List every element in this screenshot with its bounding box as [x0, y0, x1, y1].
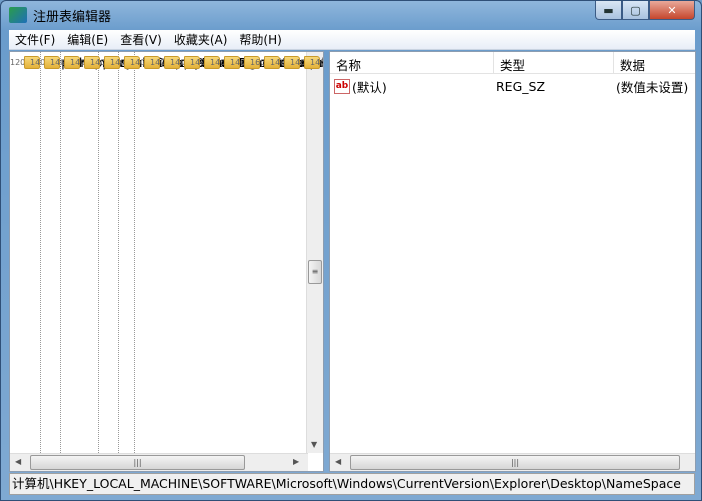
scroll-thumb[interactable]: ≡ [308, 260, 322, 284]
value-name: (默认) [352, 79, 387, 95]
tree-guide-line [118, 52, 119, 453]
minimize-button[interactable]: ▬ [595, 1, 622, 20]
expander-icon[interactable]: 140 [190, 58, 205, 67]
expander-icon[interactable]: 140 [170, 58, 185, 67]
expander-icon[interactable]: 140 [230, 58, 245, 67]
expander-icon[interactable]: 120 [10, 58, 25, 67]
value-type: REG_SZ [496, 78, 546, 94]
value-row[interactable]: ab (默认) REG_SZ (数值未设置) [334, 77, 688, 95]
tree-guide-line [98, 52, 99, 453]
string-value-icon: ab [334, 78, 350, 94]
tree-vertical-scrollbar[interactable]: ▲ ≡ ▼ [306, 52, 323, 453]
close-button[interactable]: ✕ [649, 1, 695, 20]
scroll-right-icon[interactable]: ▶ [293, 457, 299, 466]
menu-bar: 文件(F) 编辑(E) 查看(V) 收藏夹(A) 帮助(H) [9, 30, 695, 50]
values-pane: 名称 类型 数据 ab (默认) REG_SZ (数值未设置) ◀ ||| [329, 51, 696, 472]
menu-file[interactable]: 文件(F) [9, 31, 61, 48]
menu-edit[interactable]: 编辑(E) [61, 31, 114, 48]
values-horizontal-scrollbar[interactable]: ◀ ||| [330, 453, 695, 471]
expander-icon[interactable]: 140 [90, 58, 105, 67]
expander-icon[interactable]: 140 [50, 58, 65, 67]
expander-icon[interactable]: 140 [290, 58, 305, 67]
expander-icon[interactable]: 140 [310, 58, 323, 67]
expander-icon[interactable]: 140 [270, 58, 285, 67]
expander-icon[interactable]: 140 [150, 58, 165, 67]
tree-guide-line [60, 52, 61, 453]
scroll-down-icon[interactable]: ▼ [311, 440, 317, 449]
tree-guide-line [40, 52, 41, 453]
value-data: (数值未设置) [616, 79, 689, 95]
maximize-button[interactable]: ▢ [622, 1, 649, 20]
expander-icon[interactable]: 140 [70, 58, 85, 67]
expander-icon[interactable]: 140 [110, 58, 125, 67]
tree-item[interactable]: 140FileAssociation [310, 52, 323, 72]
scroll-thumb[interactable]: ||| [350, 455, 680, 470]
menu-help[interactable]: 帮助(H) [233, 31, 287, 48]
expander-icon[interactable]: 140 [30, 58, 45, 67]
scroll-left-icon[interactable]: ◀ [335, 457, 341, 466]
menu-view[interactable]: 查看(V) [114, 31, 168, 48]
tree-horizontal-scrollbar[interactable]: ◀ ||| ▶ [10, 453, 308, 471]
expander-icon[interactable]: 140 [210, 58, 225, 67]
column-headers: 名称 类型 数据 [330, 52, 695, 74]
expander-icon[interactable]: 160 [250, 58, 265, 67]
status-bar-path: 计算机\HKEY_LOCAL_MACHINE\SOFTWARE\Microsof… [9, 473, 695, 495]
column-type[interactable]: 类型 [494, 52, 614, 73]
title-bar: 注册表编辑器 [9, 5, 111, 25]
column-name[interactable]: 名称 [330, 52, 494, 73]
regedit-icon [9, 7, 27, 23]
scroll-left-icon[interactable]: ◀ [15, 457, 21, 466]
scroll-thumb[interactable]: ||| [30, 455, 245, 470]
key-tree: ▲ ≡ ▼ ◀ ||| ▶ 120Explorer140Advanced140A… [9, 51, 324, 472]
window-title: 注册表编辑器 [33, 9, 112, 25]
expander-icon[interactable]: 140 [130, 58, 145, 67]
menu-favorites[interactable]: 收藏夹(A) [168, 31, 234, 48]
registry-editor-window: 注册表编辑器 ▬ ▢ ✕ 文件(F) 编辑(E) 查看(V) 收藏夹(A) 帮助… [0, 0, 702, 501]
column-data[interactable]: 数据 [614, 52, 695, 73]
tree-guide-line [134, 52, 135, 453]
